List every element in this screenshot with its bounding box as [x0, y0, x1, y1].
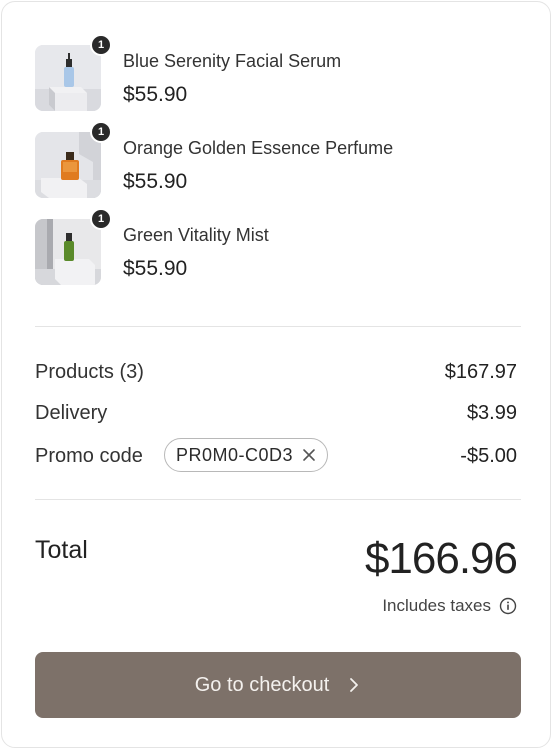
promo-code-chip: PR0M0-C0D3: [164, 438, 329, 472]
checkout-label: Go to checkout: [194, 673, 330, 696]
perfume-bottle-image: [35, 132, 101, 198]
promo-value: -$5.00: [460, 445, 517, 467]
taxes-text: Includes taxes: [382, 596, 491, 615]
mist-bottle-image: [35, 219, 101, 285]
item-price: $55.90: [123, 257, 188, 280]
serum-bottle-image: [35, 45, 101, 111]
info-icon[interactable]: [499, 597, 517, 615]
cart-item[interactable]: 1 Orange Golden Essence Perfume $55.90: [35, 121, 515, 198]
total-label: Total: [35, 536, 88, 564]
chevron-right-icon: [347, 676, 361, 694]
item-price: $55.90: [123, 83, 188, 106]
quantity-badge: 1: [90, 34, 112, 56]
item-name: Orange Golden Essence Perfume: [123, 138, 394, 158]
cart-item[interactable]: 1 Green Vitality Mist $55.90: [35, 208, 515, 285]
divider: [35, 326, 521, 327]
promo-code-text: PR0M0-C0D3: [176, 444, 294, 465]
products-value: $167.97: [444, 361, 517, 383]
promo-label: Promo code: [35, 445, 143, 467]
close-icon[interactable]: [301, 447, 317, 463]
cart-summary-card: 1 Blue Serenity Facial Serum $55.90 1 Or…: [1, 1, 551, 748]
products-label: Products (3): [35, 361, 144, 383]
item-price: $55.90: [123, 170, 188, 193]
quantity-badge: 1: [90, 121, 112, 143]
delivery-label: Delivery: [35, 402, 108, 424]
item-name: Green Vitality Mist: [123, 225, 269, 245]
total-value: $166.96: [364, 534, 518, 583]
checkout-button[interactable]: Go to checkout: [35, 652, 521, 718]
quantity-badge: 1: [90, 208, 112, 230]
delivery-value: $3.99: [466, 402, 517, 424]
taxes-note: Includes taxes: [382, 596, 517, 616]
cart-item[interactable]: 1 Blue Serenity Facial Serum $55.90: [35, 34, 515, 111]
divider: [35, 499, 521, 500]
item-name: Blue Serenity Facial Serum: [123, 51, 342, 71]
